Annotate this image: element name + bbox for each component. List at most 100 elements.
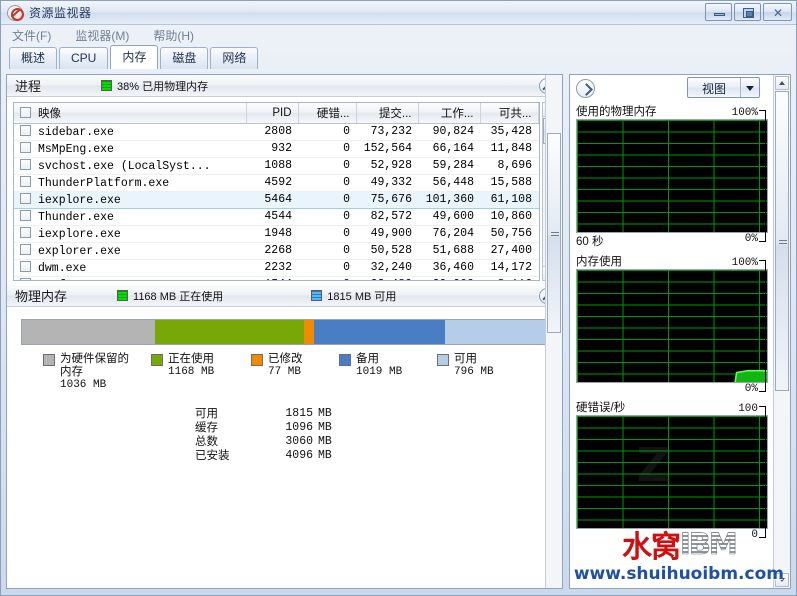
processes-memory-status-text: 38% 已用物理内存 <box>117 80 209 93</box>
column-header-pid[interactable]: PID <box>246 103 299 124</box>
right-scroll-down-icon[interactable] <box>775 573 789 587</box>
process-private-cell: 38,740 <box>538 208 539 226</box>
memory-summary-key: 缓存 <box>195 422 218 434</box>
process-working-set-cell: 90,824 <box>418 123 480 141</box>
table-row[interactable]: iexplore.exe 1948049,90076,20450,75625,44… <box>14 225 539 243</box>
process-hard-faults-cell: 0 <box>298 208 356 226</box>
physical-memory-section-header[interactable]: 物理内存 1168 MB 正在使用 1815 MB 可用 <box>7 285 562 307</box>
left-pane-scrollbar[interactable] <box>545 75 562 588</box>
close-icon: ✕ <box>773 6 784 20</box>
processes-table: 映像 PID 硬错... 提交... 工作... 可共... 专用... sid… <box>14 103 539 281</box>
row-checkbox[interactable] <box>20 158 31 170</box>
memory-summary-unit: MB <box>318 421 332 434</box>
column-header-shareable[interactable]: 可共... <box>480 103 539 124</box>
process-name: svchost.exe (LocalSyst... <box>38 159 211 173</box>
memory-legend-item-in-use: 正在使用 1168 MB <box>151 353 239 391</box>
graph-footer: 0% <box>576 383 768 395</box>
maximize-button[interactable] <box>734 3 761 21</box>
column-header-working-set[interactable]: 工作... <box>418 103 481 124</box>
memory-summary-row: 缓存 1096 MB <box>195 421 332 435</box>
process-hard-faults-cell: 0 <box>298 190 356 209</box>
left-pane-scroll-thumb[interactable] <box>547 133 561 333</box>
process-private-cell: 40,252 <box>538 190 539 209</box>
processes-table-header-row: 映像 PID 硬错... 提交... 工作... 可共... 专用... <box>14 103 539 124</box>
available-swatch-icon <box>311 290 323 301</box>
processes-body: 映像 PID 硬错... 提交... 工作... 可共... 专用... sid… <box>7 97 562 285</box>
row-checkbox[interactable] <box>20 209 31 221</box>
process-name: Thunder.exe <box>38 210 114 224</box>
memory-summary-row: 总数 3060 MB <box>195 435 332 449</box>
process-hard-faults-cell: 0 <box>298 140 356 158</box>
menu-item-monitor[interactable]: 监视器(M) <box>72 26 132 45</box>
minimize-button[interactable] <box>705 3 732 21</box>
table-row[interactable]: Thunder.exe 4544082,57249,60010,86038,740 <box>14 208 539 226</box>
right-pane-scrollbar[interactable] <box>773 75 790 588</box>
row-checkbox[interactable] <box>20 192 31 204</box>
processes-section-header[interactable]: 进程 38% 已用物理内存 <box>7 75 562 97</box>
process-image-cell: dwm.exe <box>14 259 246 277</box>
process-working-set-cell: 29,900 <box>418 276 480 280</box>
row-checkbox[interactable] <box>20 226 31 238</box>
graph-header: 内存使用 100% <box>576 253 768 269</box>
process-name: dwm.exe <box>38 261 87 275</box>
processes-table-body: sidebar.exe2808073,23290,82435,42855,396… <box>14 123 539 281</box>
process-shareable-cell: 35,428 <box>480 123 538 141</box>
column-header-private[interactable]: 专用... <box>537 103 539 124</box>
column-header-commit[interactable]: 提交... <box>356 103 419 124</box>
table-row[interactable]: iexplore.exe 5464075,676101,36061,10840,2… <box>14 190 539 209</box>
row-checkbox[interactable] <box>20 260 31 272</box>
tab-strip: 概述 CPU 内存 磁盘 网络 <box>1 45 796 69</box>
column-header-hard-faults[interactable]: 硬错... <box>298 103 357 124</box>
process-shareable-cell: 27,400 <box>480 242 538 260</box>
table-row[interactable]: svchost.exe (LocalSyst... 1088 0 52,928 59,2… <box>14 157 539 175</box>
right-pane: 视图 使用的物理内存 100% 60 秒 0% 内存使用 100% 0% 硬错误/秒 100 0 … <box>569 74 791 589</box>
window-title: 资源监视器 <box>29 6 92 20</box>
tab-cpu[interactable]: CPU <box>59 47 109 69</box>
select-all-checkbox[interactable] <box>20 106 31 118</box>
column-header-image[interactable]: 映像 <box>14 103 247 124</box>
right-scroll-thumb[interactable] <box>775 91 789 391</box>
title-bar: 资源监视器 ✕ <box>1 1 796 25</box>
legend-label: 正在使用 <box>168 353 214 365</box>
row-checkbox[interactable] <box>20 124 31 136</box>
graph-title: 内存使用 <box>576 256 622 268</box>
physical-memory-available-status: 1815 MB 可用 <box>311 288 396 304</box>
memory-summary-value: 3060 <box>285 435 313 448</box>
chevron-down-icon[interactable] <box>741 78 759 97</box>
row-checkbox[interactable] <box>20 243 31 255</box>
table-row[interactable]: KSafeSvc.exe 1544023,48029,9008,11621,784 <box>14 276 539 281</box>
row-checkbox[interactable] <box>20 175 31 187</box>
right-scroll-up-icon[interactable] <box>775 76 789 90</box>
process-image-cell: MsMpEng.exe <box>14 140 246 158</box>
process-name: ThunderPlatform.exe <box>38 176 170 190</box>
view-button[interactable]: 视图 <box>686 77 760 98</box>
process-commit-cell: 32,240 <box>356 259 418 277</box>
process-private-cell: 50,588 <box>538 157 539 175</box>
menu-item-help[interactable]: 帮助(H) <box>150 26 197 45</box>
physical-memory-title: 物理内存 <box>15 289 68 304</box>
right-pane-toolbar: 视图 <box>570 75 790 101</box>
tab-disk[interactable]: 磁盘 <box>160 47 209 69</box>
table-row[interactable]: sidebar.exe 2808073,23290,82435,42855,396 <box>14 123 539 141</box>
chevron-right-icon[interactable] <box>576 78 595 98</box>
memory-legend-item-hardware-reserved: 为硬件保留的内存 1036 MB <box>43 353 139 391</box>
tab-memory[interactable]: 内存 <box>110 45 159 69</box>
process-name: KSafeSvc.exe <box>38 279 121 281</box>
tab-network[interactable]: 网络 <box>210 47 259 69</box>
window-controls: ✕ <box>705 3 792 21</box>
table-row[interactable]: dwm.exe 2232032,24036,46014,17222,288 <box>14 259 539 277</box>
legend-value: 1019 MB <box>356 366 403 378</box>
table-row[interactable]: ThunderPlatform.exe 4592 0 49,332 56,448 15,5… <box>14 174 539 192</box>
menu-item-file[interactable]: 文件(F) <box>9 26 54 45</box>
process-working-set-cell: 51,688 <box>418 242 480 260</box>
row-checkbox[interactable] <box>20 141 31 153</box>
memory-swatch-icon <box>101 80 113 91</box>
close-button[interactable]: ✕ <box>763 3 792 21</box>
process-shareable-cell: 15,588 <box>480 174 538 192</box>
process-working-set-cell: 49,600 <box>418 208 480 226</box>
tab-overview[interactable]: 概述 <box>9 47 58 69</box>
table-row[interactable]: MsMpEng.exe 9320152,56466,16411,84854,316 <box>14 140 539 158</box>
row-checkbox[interactable] <box>20 277 31 280</box>
process-pid-cell: 4544 <box>246 208 298 226</box>
table-row[interactable]: explorer.exe 2268050,52851,68827,40024,28… <box>14 242 539 260</box>
